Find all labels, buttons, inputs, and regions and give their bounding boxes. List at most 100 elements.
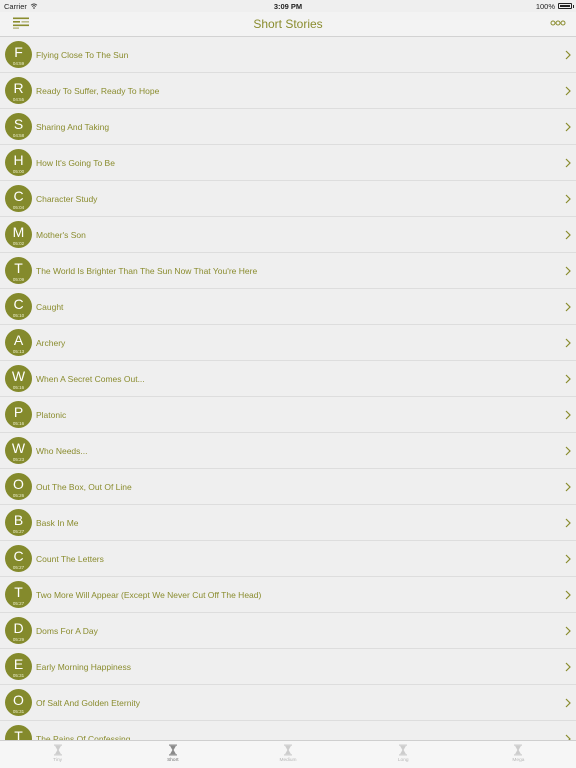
tab-mega[interactable]: Mega bbox=[461, 741, 576, 768]
menu-icon[interactable] bbox=[12, 16, 30, 30]
story-avatar: C 05:10 bbox=[5, 293, 32, 320]
tab-short[interactable]: Short bbox=[115, 741, 230, 768]
story-row[interactable]: W 05:16 When A Secret Comes Out... bbox=[0, 361, 576, 397]
avatar-letter: F bbox=[14, 44, 23, 60]
story-row[interactable]: B 05:27 Bask In Me bbox=[0, 505, 576, 541]
avatar-letter: P bbox=[13, 404, 24, 420]
story-row[interactable]: M 05:02 Mother's Son bbox=[0, 217, 576, 253]
story-avatar: H 05:00 bbox=[5, 149, 32, 176]
story-title: Out The Box, Out Of Line bbox=[36, 481, 132, 492]
story-duration: 05:02 bbox=[12, 241, 25, 246]
story-row[interactable]: H 05:00 How It's Going To Be bbox=[0, 145, 576, 181]
story-row[interactable]: C 05:10 Caught bbox=[0, 289, 576, 325]
story-avatar: A 05:13 bbox=[5, 329, 32, 356]
status-left: Carrier bbox=[4, 2, 204, 11]
avatar-letter: W bbox=[11, 440, 26, 456]
story-row[interactable]: O 05:31 Of Salt And Golden Eternity bbox=[0, 685, 576, 721]
story-avatar: P 05:16 bbox=[5, 401, 32, 428]
story-avatar: T 05:09 bbox=[5, 257, 32, 284]
story-avatar: C 05:27 bbox=[5, 545, 32, 572]
story-avatar: S 04:58 bbox=[5, 113, 32, 140]
chevron-right-icon bbox=[565, 554, 571, 564]
story-avatar: W 05:23 bbox=[5, 437, 32, 464]
story-duration: 05:23 bbox=[12, 457, 25, 462]
story-row[interactable]: T05:33The Pains Of Confessing bbox=[0, 721, 576, 740]
app-window: Carrier 3:09 PM 100% Short Stories F 04:… bbox=[0, 0, 576, 768]
avatar-letter: T bbox=[14, 728, 23, 740]
story-row[interactable]: P 05:16 Platonic bbox=[0, 397, 576, 433]
story-duration: 05:13 bbox=[12, 349, 25, 354]
story-title: Count The Letters bbox=[36, 553, 104, 564]
story-avatar: R 04:55 bbox=[5, 77, 32, 104]
chevron-right-icon bbox=[565, 698, 571, 708]
battery-level bbox=[560, 5, 570, 7]
tab-tiny[interactable]: Tiny bbox=[0, 741, 115, 768]
story-duration: 05:31 bbox=[12, 673, 25, 678]
avatar-letter: T bbox=[14, 584, 23, 600]
story-duration: 04:55 bbox=[12, 97, 25, 102]
story-duration: 05:10 bbox=[12, 313, 25, 318]
chevron-right-icon bbox=[565, 50, 571, 60]
avatar-letter: E bbox=[13, 656, 24, 672]
story-row[interactable]: W 05:23 Who Needs... bbox=[0, 433, 576, 469]
chevron-right-icon bbox=[565, 482, 571, 492]
story-row[interactable]: D 05:29 Doms For A Day bbox=[0, 613, 576, 649]
avatar-letter: W bbox=[11, 368, 26, 384]
story-list: F 04:59 Flying Close To The Sun R 04:55 Ready… bbox=[0, 37, 576, 740]
avatar-letter: D bbox=[13, 620, 24, 636]
story-row[interactable]: T 05:09 The World Is Brighter Than The Sun… bbox=[0, 253, 576, 289]
story-duration: 05:09 bbox=[12, 277, 25, 282]
story-duration: 05:16 bbox=[12, 421, 25, 426]
tab-label: Medium bbox=[279, 758, 297, 763]
status-bar: Carrier 3:09 PM 100% bbox=[0, 0, 576, 12]
story-row[interactable]: T 05:27 Two More Will Appear (Except We Ne… bbox=[0, 577, 576, 613]
story-duration: 04:59 bbox=[12, 61, 25, 66]
chevron-right-icon bbox=[565, 626, 571, 636]
avatar-letter: B bbox=[13, 512, 24, 528]
more-icon[interactable] bbox=[550, 19, 566, 27]
avatar-letter: T bbox=[14, 260, 23, 276]
story-row[interactable]: O 05:26 Out The Box, Out Of Line bbox=[0, 469, 576, 505]
hourglass-icon bbox=[284, 744, 292, 756]
tab-long[interactable]: Long bbox=[346, 741, 461, 768]
story-row[interactable]: E 05:31 Early Morning Happiness bbox=[0, 649, 576, 685]
story-avatar: T05:33 bbox=[5, 725, 32, 740]
chevron-right-icon bbox=[565, 374, 571, 384]
story-title: Early Morning Happiness bbox=[36, 661, 131, 672]
hourglass-icon bbox=[514, 744, 523, 756]
story-avatar: W 05:16 bbox=[5, 365, 32, 392]
avatar-letter: O bbox=[13, 476, 24, 492]
story-title: Mother's Son bbox=[36, 229, 86, 240]
story-row[interactable]: C 05:04 Character Study bbox=[0, 181, 576, 217]
avatar-letter: C bbox=[13, 548, 24, 564]
battery-percent: 100% bbox=[535, 1, 555, 11]
story-avatar: F 04:59 bbox=[5, 41, 32, 68]
story-title: How It's Going To Be bbox=[36, 157, 115, 168]
story-title: Flying Close To The Sun bbox=[36, 49, 129, 60]
tab-medium[interactable]: Medium bbox=[230, 741, 345, 768]
avatar-letter: C bbox=[13, 296, 24, 312]
navigation-bar: Short Stories bbox=[0, 12, 576, 37]
chevron-right-icon bbox=[565, 158, 571, 168]
story-title: When A Secret Comes Out... bbox=[36, 373, 145, 384]
story-row[interactable]: S 04:58 Sharing And Taking bbox=[0, 109, 576, 145]
avatar-letter: C bbox=[13, 188, 24, 204]
chevron-right-icon bbox=[565, 446, 571, 456]
tab-label: Short bbox=[167, 758, 179, 763]
story-avatar: O 05:26 bbox=[5, 473, 32, 500]
tab-label: Long bbox=[397, 758, 409, 763]
story-duration: 04:58 bbox=[12, 133, 25, 138]
story-row[interactable]: C 05:27 Count The Letters bbox=[0, 541, 576, 577]
story-avatar: B 05:27 bbox=[5, 509, 32, 536]
status-right: 100% bbox=[372, 1, 574, 11]
story-duration: 05:26 bbox=[12, 493, 25, 498]
hourglass-icon bbox=[168, 744, 177, 756]
story-row[interactable]: F 04:59 Flying Close To The Sun bbox=[0, 37, 576, 73]
wifi-icon bbox=[30, 3, 38, 9]
avatar-letter: S bbox=[13, 116, 24, 132]
story-title: Of Salt And Golden Eternity bbox=[36, 697, 140, 708]
chevron-right-icon bbox=[565, 410, 571, 420]
story-row[interactable]: R 04:55 Ready To Suffer, Ready To Hope bbox=[0, 73, 576, 109]
story-row[interactable]: A 05:13 Archery bbox=[0, 325, 576, 361]
story-duration: 05:31 bbox=[12, 709, 25, 714]
